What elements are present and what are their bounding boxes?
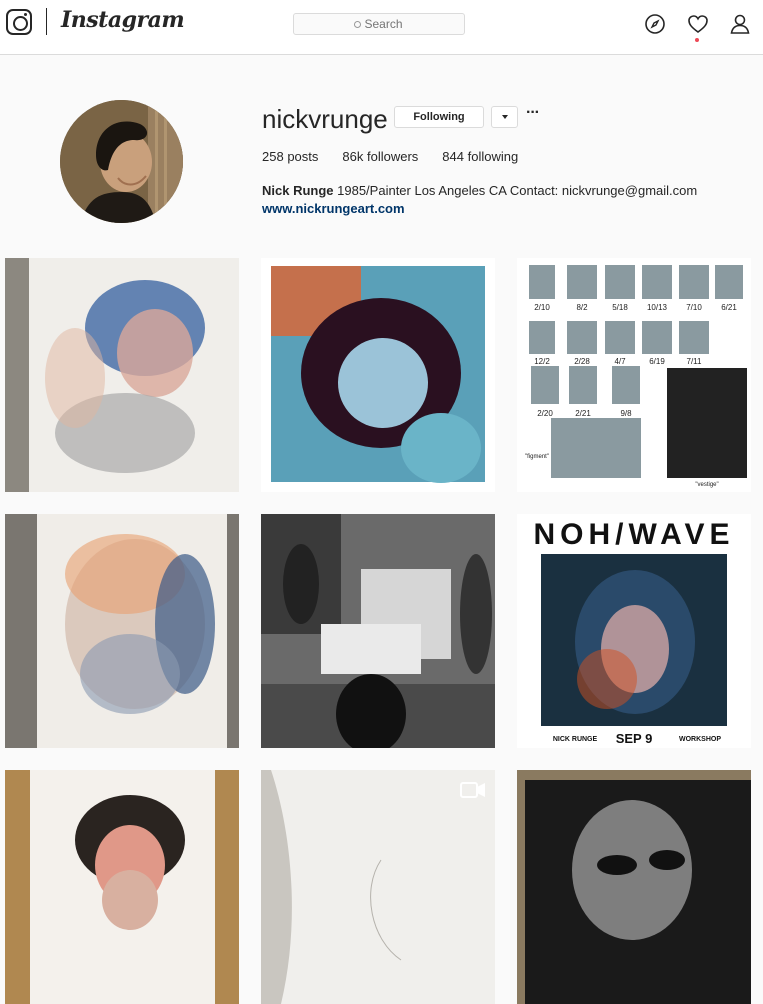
search-box[interactable] xyxy=(293,13,465,35)
event-type: WORKSHOP xyxy=(679,736,721,743)
top-navigation-bar: Instagram xyxy=(0,0,763,55)
sketch-date-label: 7/11 xyxy=(687,357,703,366)
instagram-wordmark[interactable]: Instagram xyxy=(61,7,185,33)
sketch-date-label: 2/28 xyxy=(574,357,590,366)
post-thumbnail-5[interactable] xyxy=(261,514,495,748)
sketch-date-label: 6/19 xyxy=(649,357,665,366)
posts-stat: 258 posts xyxy=(262,149,318,164)
profile-full-name: Nick Runge xyxy=(262,183,334,198)
painting-title-label: "vestige" xyxy=(695,482,718,488)
post-thumbnail-3[interactable]: 2/10 8/2 5/18 10/13 7/10 6/21 12/2 2/28 … xyxy=(517,258,751,492)
followers-count: 86k xyxy=(342,149,364,164)
search-input[interactable] xyxy=(364,17,405,31)
posts-count: 258 xyxy=(262,149,284,164)
notification-dot xyxy=(695,38,699,42)
profile-stats: 258 posts 86k followers 844 following xyxy=(262,149,542,164)
event-date: SEP 9 xyxy=(616,731,653,746)
following-count: 844 xyxy=(442,149,464,164)
bio-text: 1985/Painter Los Angeles CA Contact: nic… xyxy=(337,183,698,198)
followers-stat[interactable]: 86k followers xyxy=(342,149,418,164)
sketch-date-label: 8/2 xyxy=(576,303,588,312)
profile-person-icon[interactable] xyxy=(729,13,751,35)
explore-compass-icon[interactable] xyxy=(644,13,666,35)
following-button[interactable]: Following xyxy=(394,106,484,128)
sketch-date-label: 12/2 xyxy=(534,357,550,366)
post-thumbnail-7[interactable] xyxy=(5,770,239,1004)
sketch-date-label: 4/7 xyxy=(614,357,626,366)
profile-username: nickvrunge xyxy=(262,104,388,134)
profile-bio: Nick Runge 1985/Painter Los Angeles CA C… xyxy=(262,182,697,218)
instagram-camera-icon[interactable] xyxy=(6,9,32,35)
activity-heart-icon[interactable] xyxy=(687,13,709,35)
post-thumbnail-9[interactable] xyxy=(517,770,751,1004)
post-thumbnail-1[interactable] xyxy=(5,258,239,492)
suggestions-dropdown-button[interactable] xyxy=(491,106,518,128)
posts-label: posts xyxy=(287,149,319,164)
followers-label: followers xyxy=(367,149,419,164)
profile-avatar[interactable] xyxy=(60,100,183,223)
post-thumbnail-8[interactable] xyxy=(261,770,495,1004)
sketch-date-label: 2/10 xyxy=(534,303,550,312)
event-title: NOH/WAVE xyxy=(533,518,734,551)
sketch-date-label: 9/8 xyxy=(620,409,632,418)
profile-website-link[interactable]: www.nickrungeart.com xyxy=(262,201,405,216)
painting-title-label: "figment" xyxy=(525,454,549,460)
sketch-date-label: 5/18 xyxy=(612,303,628,312)
following-label: following xyxy=(467,149,519,164)
sketch-date-label: 2/20 xyxy=(537,409,553,418)
following-stat[interactable]: 844 following xyxy=(442,149,518,164)
post-thumbnail-4[interactable] xyxy=(5,514,239,748)
sketch-date-label: 2/21 xyxy=(575,409,591,418)
sketch-date-label: 6/21 xyxy=(721,303,737,312)
logo-divider xyxy=(46,8,47,35)
search-icon xyxy=(353,21,361,28)
post-thumbnail-6[interactable]: NOH/WAVE NICK RUNGE SEP 9 WORKSHOP xyxy=(517,514,751,748)
post-thumbnail-2[interactable] xyxy=(261,258,495,492)
more-options-button[interactable]: ··· xyxy=(526,104,540,122)
sketch-date-label: 10/13 xyxy=(647,303,668,312)
sketch-date-label: 7/10 xyxy=(686,303,702,312)
event-artist: NICK RUNGE xyxy=(553,736,598,743)
